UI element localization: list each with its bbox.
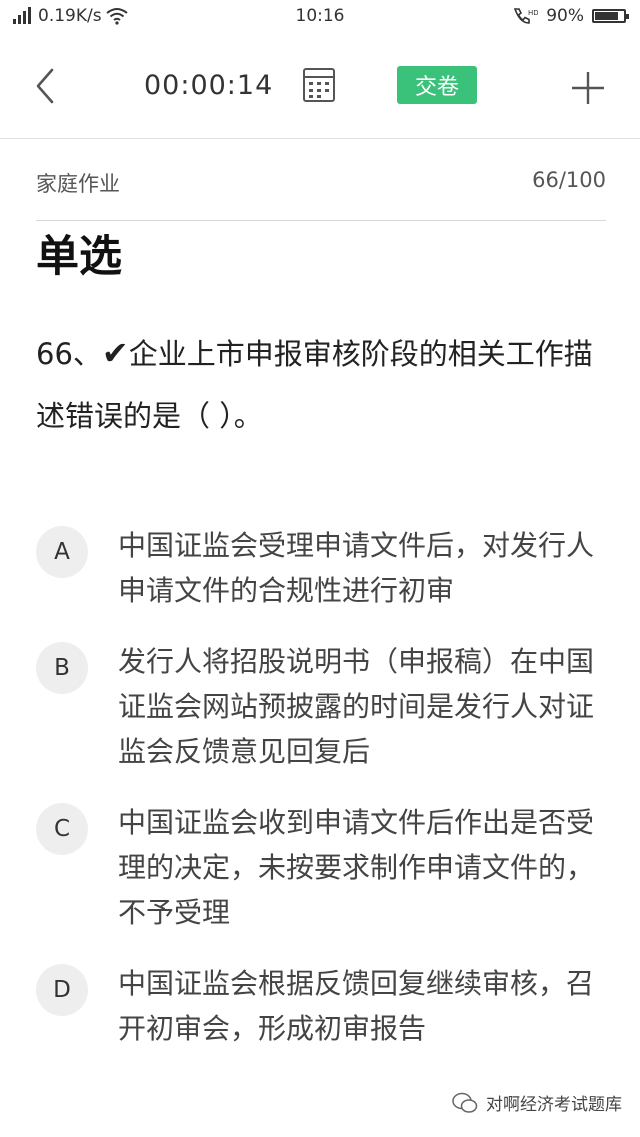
exam-timer: 00:00:14 <box>144 70 274 101</box>
question-type: 单选 <box>36 232 122 282</box>
option-letter: B <box>36 642 88 694</box>
battery-level-fill <box>595 12 619 20</box>
option-text: 中国证监会收到申请文件后作出是否受理的决定，未按要求制作申请文件的，不予受理 <box>118 806 595 929</box>
option-c[interactable]: C 中国证监会收到申请文件后作出是否受理的决定，未按要求制作申请文件的，不予受理 <box>36 800 616 935</box>
svg-text:HD: HD <box>528 9 538 17</box>
watermark: 对啊经济考试题库 <box>452 1090 622 1115</box>
watermark-text: 对啊经济考试题库 <box>486 1095 622 1115</box>
battery-icon <box>592 9 629 23</box>
add-button[interactable] <box>568 68 608 108</box>
option-text: 中国证监会根据反馈回复继续审核，召开初审会，形成初审报告 <box>118 967 595 1045</box>
section-title: 家庭作业 <box>36 172 120 196</box>
checkmark-icon: ✔ <box>101 334 129 372</box>
question-progress: 66/100 <box>532 168 606 192</box>
options-list: A 中国证监会受理申请文件后，对发行人申请文件的合规性进行初审 B 发行人将招股… <box>36 523 616 1077</box>
status-right: HD 90% <box>512 6 629 26</box>
option-letter: D <box>36 964 88 1016</box>
option-letter: A <box>36 526 88 578</box>
option-b[interactable]: B 发行人将招股说明书（申报稿）在中国证监会网站预披露的时间是发行人对证监会反馈… <box>36 639 616 774</box>
status-bar: 0.19K/s 10:16 HD 90% <box>0 0 640 34</box>
battery-percent: 90% <box>546 6 584 26</box>
wechat-icon <box>452 1092 478 1113</box>
option-text: 发行人将招股说明书（申报稿）在中国证监会网站预披露的时间是发行人对证监会反馈意见… <box>118 645 595 768</box>
answer-sheet-button[interactable] <box>300 66 338 104</box>
submit-exam-button[interactable]: 交卷 <box>397 66 477 104</box>
option-text: 中国证监会受理申请文件后，对发行人申请文件的合规性进行初审 <box>118 529 595 607</box>
option-d[interactable]: D 中国证监会根据反馈回复继续审核，召开初审会，形成初审报告 <box>36 961 616 1051</box>
back-button[interactable] <box>26 64 66 108</box>
question-stem: 66、✔企业上市申报审核阶段的相关工作描述错误的是（ ）。 <box>36 322 606 447</box>
toolbar: 00:00:14 交卷 <box>0 34 640 139</box>
option-letter: C <box>36 803 88 855</box>
question-number: 66、 <box>36 337 102 371</box>
answer-sheet-icon <box>303 68 335 102</box>
plus-icon <box>572 72 604 104</box>
chevron-left-icon <box>36 68 54 104</box>
option-a[interactable]: A 中国证监会受理申请文件后，对发行人申请文件的合规性进行初审 <box>36 523 616 613</box>
hd-call-icon: HD <box>514 8 538 24</box>
section-header: 家庭作业 66/100 <box>36 138 606 221</box>
